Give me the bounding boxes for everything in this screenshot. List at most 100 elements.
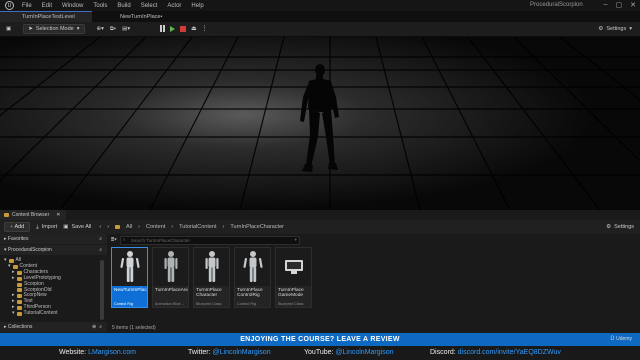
close-icon[interactable]: ✕ <box>630 1 636 9</box>
chevron-down-icon: ▾ <box>8 262 11 269</box>
asset-card[interactable]: TurnInPlace ControlRig Control Rig <box>234 247 271 308</box>
menu-build[interactable]: Build <box>117 3 130 9</box>
banner-text: ENJOYING THE COURSE? LEAVE A REVIEW <box>240 336 400 343</box>
add-actor-icon[interactable]: ⊕▾ <box>97 26 104 32</box>
import-button[interactable]: ⤓ Import <box>36 224 57 231</box>
filter-row: ⩩▾ ⌕ Search TurnInPlaceCharacter ▾ <box>111 236 300 245</box>
content-settings-button[interactable]: ⚙ Settings <box>606 224 634 230</box>
import-label: Import <box>41 224 58 230</box>
collections-header[interactable]: ▸ Collections ⊕ ⌕ <box>0 322 107 332</box>
folder-icon <box>17 282 22 287</box>
mannequin-icon <box>164 251 177 282</box>
youtube-link[interactable]: @LincolnMargison <box>335 349 393 356</box>
folder-icon <box>4 213 9 217</box>
asset-card[interactable]: NewTurnInPlace Control Rig <box>111 247 148 308</box>
breadcrumb-content[interactable]: Content <box>146 224 165 230</box>
play-icon[interactable] <box>170 25 175 32</box>
udemy-label: Udemy <box>616 336 632 342</box>
content-browser-tab[interactable]: Content Browser ✕ <box>0 210 67 220</box>
search-icon[interactable]: ⌕ <box>99 247 102 253</box>
mannequin-icon <box>205 251 218 282</box>
cinematics-icon[interactable]: ▤▾ <box>122 26 130 32</box>
asset-card[interactable]: TurnInPlaceAnimBP Animation Blue... <box>152 247 189 308</box>
menu-tools[interactable]: Tools <box>93 3 107 9</box>
breadcrumb-tutorial-content[interactable]: TutorialContent <box>179 224 216 230</box>
stop-icon[interactable] <box>180 25 186 32</box>
menu-select[interactable]: Select <box>141 3 158 9</box>
menu-file[interactable]: File <box>22 3 32 9</box>
window-controls: – ▢ ✕ <box>604 1 636 9</box>
save-all-button[interactable]: ▣ Save All <box>63 224 91 230</box>
tree-item-tutorial-content[interactable]: ▾ TutorialContent <box>0 310 107 317</box>
minimize-icon[interactable]: – <box>604 1 608 9</box>
asset-card[interactable]: TurnInPlace GameMode Blueprint Class <box>275 247 312 308</box>
youtube-info: YouTube: @LincolnMargison <box>304 349 393 356</box>
breadcrumb-turn-in-place-character[interactable]: TurnInPlaceCharacter <box>230 224 284 230</box>
review-banner[interactable]: ENJOYING THE COURSE? LEAVE A REVIEW <box>0 333 640 346</box>
settings-label: Settings <box>614 224 634 230</box>
selection-mode-label: Selection Mode <box>35 26 74 32</box>
asset-card[interactable]: TurnInPlace Character Blueprint Class <box>193 247 230 308</box>
menu-edit[interactable]: Edit <box>42 3 52 9</box>
menu-actor[interactable]: Actor <box>167 3 181 9</box>
selection-mode-button[interactable]: ➤ Selection Mode ▾ <box>23 24 85 34</box>
discord-link[interactable]: discord.com/invite/YaEQ8DZWuv <box>458 349 561 356</box>
discord-info: Discord: discord.com/invite/YaEQ8DZWuv <box>430 349 561 356</box>
asset-thumbnail <box>112 248 147 286</box>
tree-scrollbar[interactable] <box>100 260 104 320</box>
asset-type: Blueprint Class <box>278 302 304 306</box>
menu-bar: U File Edit Window Tools Build Select Ac… <box>0 0 640 11</box>
gear-icon: ⚙ <box>598 26 604 32</box>
save-icon[interactable]: ▣ <box>6 26 11 32</box>
plus-icon: + <box>10 224 14 230</box>
twitter-link[interactable]: @LincolnMargison <box>213 349 271 356</box>
level-tab-bar: TurnInPlaceTestLevel NewTurnInPlace• <box>0 11 640 22</box>
level-viewport[interactable] <box>0 37 640 210</box>
project-root-header[interactable]: ▾ ProceduralScorpion ⌕ <box>0 245 107 255</box>
breadcrumb-separator-icon: › <box>138 224 141 230</box>
menu-window[interactable]: Window <box>62 3 83 9</box>
forward-icon[interactable]: › <box>107 224 109 230</box>
content-browser-title: Content Browser <box>12 212 50 218</box>
eject-icon[interactable]: ⏏ <box>191 25 197 32</box>
menu-help[interactable]: Help <box>191 3 203 9</box>
breadcrumb-all[interactable]: All <box>126 224 132 230</box>
search-icon[interactable]: ⌕ <box>99 236 102 242</box>
asset-type: Blueprint Class <box>196 302 222 306</box>
social-footer: Website: LMargison.com Twitter: @Lincoln… <box>0 346 640 360</box>
asset-count-status: 5 items (1 selected) <box>112 325 156 331</box>
more-options-icon[interactable]: ⋮ <box>202 25 208 32</box>
import-icon: ⤓ <box>36 223 39 230</box>
folder-icon <box>16 312 22 317</box>
tab-test-level[interactable]: TurnInPlaceTestLevel <box>0 11 92 22</box>
favorites-header[interactable]: ▸ Favorites ⌕ <box>0 234 107 244</box>
website-info: Website: LMargison.com <box>59 349 136 356</box>
add-button[interactable]: + Add <box>4 222 31 232</box>
twitter-info: Twitter: @LincolnMargison <box>188 349 271 356</box>
udemy-logo: Û Udemy <box>611 336 632 342</box>
folder-icon <box>16 294 22 299</box>
asset-type: Control Rig <box>114 302 133 306</box>
blueprint-icon[interactable]: ⧉▾ <box>110 26 116 33</box>
asset-view: ⩩▾ ⌕ Search TurnInPlaceCharacter ▾ NewTu… <box>107 234 640 333</box>
maximize-icon[interactable]: ▢ <box>616 1 623 9</box>
asset-thumbnail <box>235 248 270 286</box>
add-collection-icon[interactable]: ⊕ <box>92 324 96 330</box>
filter-icon[interactable]: ⩩▾ <box>111 237 117 244</box>
folder-icon[interactable] <box>115 225 121 229</box>
settings-label: Settings <box>606 26 627 32</box>
close-icon[interactable]: ✕ <box>56 212 60 218</box>
pause-icon[interactable] <box>160 25 165 32</box>
unreal-logo-icon[interactable]: U <box>5 1 14 10</box>
asset-search-input[interactable]: ⌕ Search TurnInPlaceCharacter ▾ <box>119 236 300 245</box>
chevron-down-icon: ▾ <box>12 310 15 317</box>
back-icon[interactable]: ‹ <box>99 224 101 230</box>
search-icon[interactable]: ⌕ <box>99 324 102 330</box>
asset-name: NewTurnInPlace <box>114 288 147 293</box>
tab-new-turn-in-place[interactable]: NewTurnInPlace• <box>98 11 188 22</box>
tab-label: TurnInPlaceTestLevel <box>22 14 75 20</box>
settings-button[interactable]: ⚙ Settings ▾ <box>598 26 632 32</box>
website-link[interactable]: LMargison.com <box>88 349 136 356</box>
chevron-down-icon[interactable]: ▾ <box>294 237 296 243</box>
discord-label: Discord: <box>430 349 456 356</box>
